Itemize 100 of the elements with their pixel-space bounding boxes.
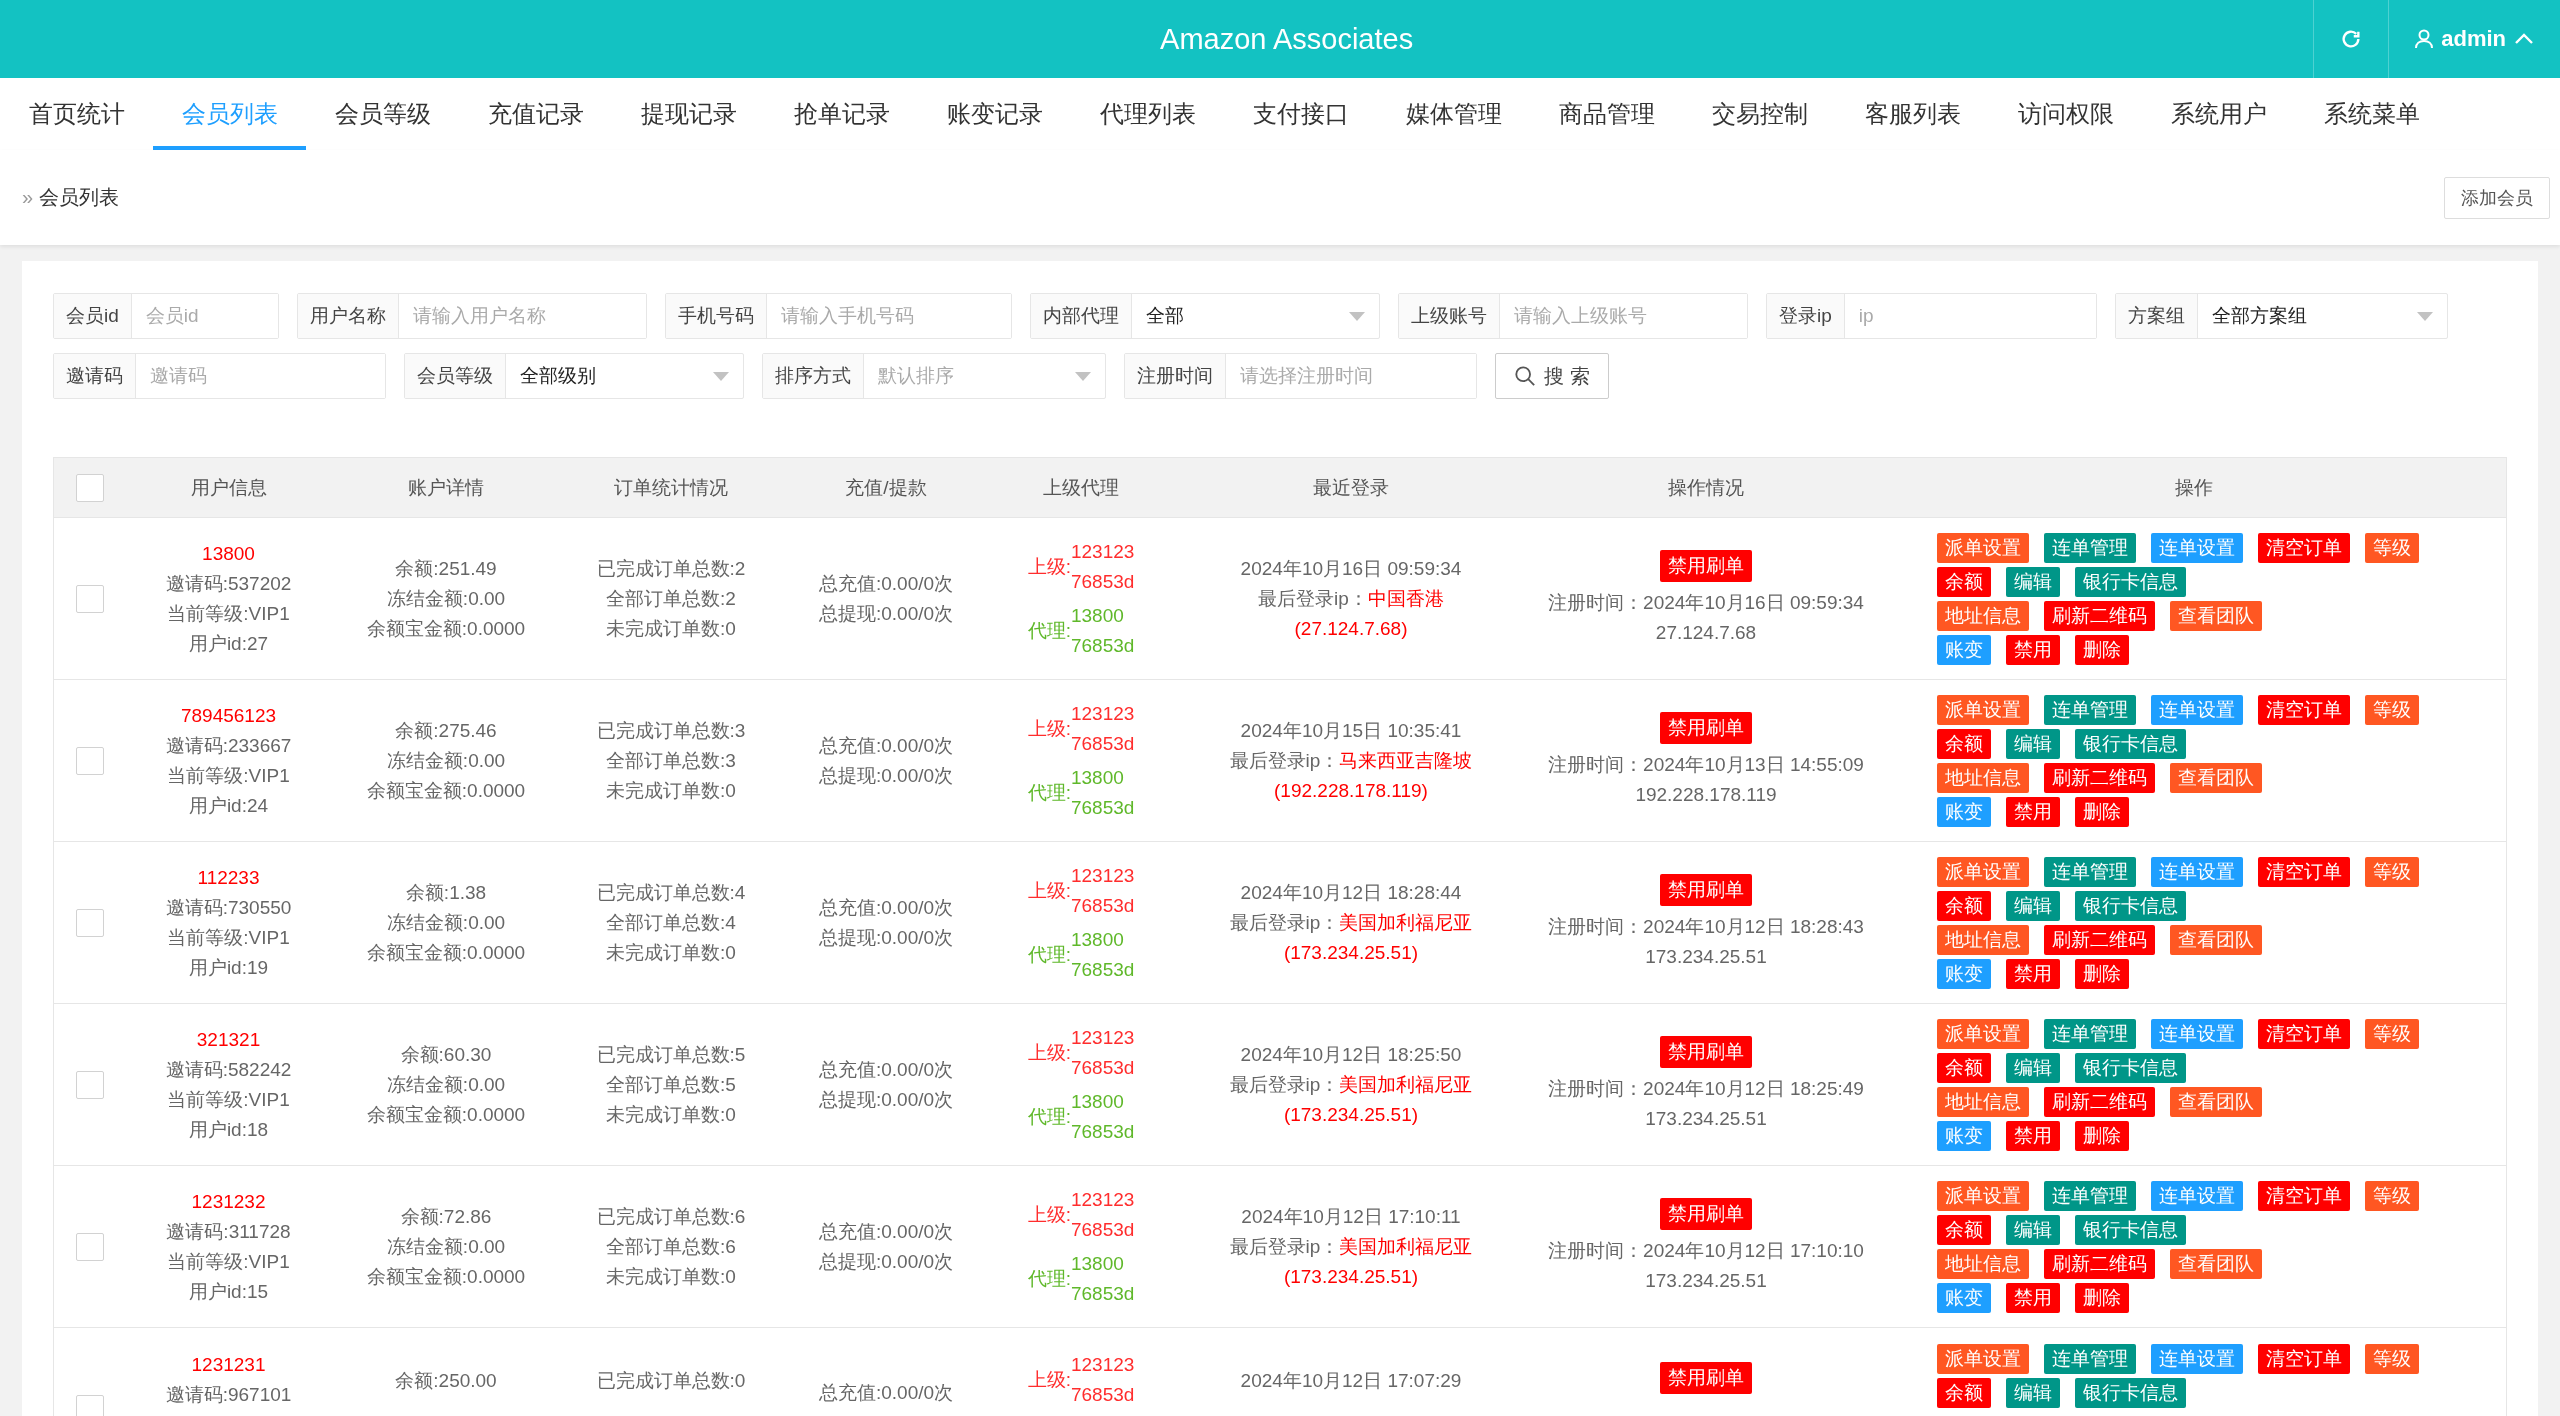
- action-button[interactable]: 等级: [2365, 1344, 2419, 1374]
- action-button[interactable]: 查看团队: [2170, 924, 2262, 955]
- nav-tab[interactable]: 交易控制: [1683, 78, 1836, 150]
- action-button[interactable]: 连单设置: [2151, 532, 2243, 563]
- action-button[interactable]: 银行卡信息: [2075, 1052, 2186, 1083]
- action-button[interactable]: 地址信息: [1937, 1248, 2029, 1279]
- action-button[interactable]: 连单设置: [2151, 1344, 2243, 1374]
- action-button[interactable]: 账变: [1937, 796, 1991, 827]
- input-field[interactable]: 邀请码 邀请码: [53, 353, 386, 399]
- nav-tab[interactable]: 商品管理: [1530, 78, 1683, 150]
- nav-tab[interactable]: 媒体管理: [1377, 78, 1530, 150]
- action-button[interactable]: 派单设置: [1937, 1180, 2029, 1211]
- select-all-checkbox[interactable]: [76, 473, 104, 502]
- action-button[interactable]: 等级: [2365, 532, 2419, 563]
- action-button[interactable]: 余额: [1937, 1378, 1991, 1408]
- action-button[interactable]: 删除: [2075, 1120, 2129, 1151]
- action-button[interactable]: 清空订单: [2258, 1018, 2350, 1049]
- action-button[interactable]: 账变: [1937, 1120, 1991, 1151]
- action-button[interactable]: 派单设置: [1937, 532, 2029, 563]
- action-button[interactable]: 清空订单: [2258, 694, 2350, 725]
- action-button[interactable]: 账变: [1937, 958, 1991, 989]
- action-button[interactable]: 禁用: [2006, 796, 2060, 827]
- action-button[interactable]: 编辑: [2006, 1052, 2060, 1083]
- nav-tab[interactable]: 代理列表: [1071, 78, 1224, 150]
- action-button[interactable]: 编辑: [2006, 1378, 2060, 1408]
- action-button[interactable]: 派单设置: [1937, 1018, 2029, 1049]
- action-button[interactable]: 银行卡信息: [2075, 566, 2186, 597]
- nav-tab[interactable]: 首页统计: [0, 78, 153, 150]
- nav-tab[interactable]: 系统菜单: [2295, 78, 2448, 150]
- action-button[interactable]: 编辑: [2006, 728, 2060, 759]
- action-button[interactable]: 地址信息: [1937, 1086, 2029, 1117]
- action-button[interactable]: 查看团队: [2170, 600, 2262, 631]
- action-button[interactable]: 余额: [1937, 1052, 1991, 1083]
- action-button[interactable]: 等级: [2365, 1018, 2419, 1049]
- action-button[interactable]: 刷新二维码: [2044, 1086, 2155, 1117]
- action-button[interactable]: 银行卡信息: [2075, 1378, 2186, 1408]
- action-button[interactable]: 连单设置: [2151, 694, 2243, 725]
- action-button[interactable]: 连单管理: [2044, 1018, 2136, 1049]
- action-button[interactable]: 禁用: [2006, 634, 2060, 665]
- action-button[interactable]: 连单设置: [2151, 1180, 2243, 1211]
- action-button[interactable]: 刷新二维码: [2044, 762, 2155, 793]
- row-checkbox[interactable]: [76, 1070, 104, 1099]
- action-button[interactable]: 查看团队: [2170, 1248, 2262, 1279]
- row-checkbox[interactable]: [76, 584, 104, 613]
- action-button[interactable]: 连单管理: [2044, 694, 2136, 725]
- action-button[interactable]: 等级: [2365, 1180, 2419, 1211]
- action-button[interactable]: 等级: [2365, 694, 2419, 725]
- action-button[interactable]: 连单设置: [2151, 856, 2243, 887]
- nav-tab[interactable]: 系统用户: [2142, 78, 2295, 150]
- action-button[interactable]: 刷新二维码: [2044, 600, 2155, 631]
- action-button[interactable]: 编辑: [2006, 890, 2060, 921]
- nav-tab[interactable]: 支付接口: [1224, 78, 1377, 150]
- action-button[interactable]: 余额: [1937, 890, 1991, 921]
- select-field[interactable]: 内部代理 全部: [1030, 293, 1380, 339]
- action-button[interactable]: 删除: [2075, 958, 2129, 989]
- select-field[interactable]: 会员等级 全部级别: [404, 353, 744, 399]
- action-button[interactable]: 删除: [2075, 1282, 2129, 1313]
- action-button[interactable]: 连单管理: [2044, 856, 2136, 887]
- action-button[interactable]: 派单设置: [1937, 856, 2029, 887]
- action-button[interactable]: 清空订单: [2258, 1344, 2350, 1374]
- action-button[interactable]: 禁用: [2006, 1120, 2060, 1151]
- action-button[interactable]: 派单设置: [1937, 1344, 2029, 1374]
- action-button[interactable]: 账变: [1937, 634, 1991, 665]
- input-field[interactable]: 手机号码 请输入手机号码: [665, 293, 1012, 339]
- action-button[interactable]: 清空订单: [2258, 856, 2350, 887]
- action-button[interactable]: 连单管理: [2044, 1344, 2136, 1374]
- nav-tab[interactable]: 会员等级: [306, 78, 459, 150]
- action-button[interactable]: 查看团队: [2170, 762, 2262, 793]
- action-button[interactable]: 等级: [2365, 856, 2419, 887]
- nav-tab[interactable]: 提现记录: [612, 78, 765, 150]
- action-button[interactable]: 刷新二维码: [2044, 1248, 2155, 1279]
- nav-tab[interactable]: 充值记录: [459, 78, 612, 150]
- row-checkbox[interactable]: [76, 908, 104, 937]
- action-button[interactable]: 地址信息: [1937, 762, 2029, 793]
- nav-tab[interactable]: 访问权限: [1989, 78, 2142, 150]
- action-button[interactable]: 刷新二维码: [2044, 924, 2155, 955]
- action-button[interactable]: 余额: [1937, 566, 1991, 597]
- input-field[interactable]: 注册时间 请选择注册时间: [1124, 353, 1477, 399]
- action-button[interactable]: 连单设置: [2151, 1018, 2243, 1049]
- action-button[interactable]: 连单管理: [2044, 532, 2136, 563]
- action-button[interactable]: 余额: [1937, 728, 1991, 759]
- action-button[interactable]: 查看团队: [2170, 1086, 2262, 1117]
- action-button[interactable]: 连单管理: [2044, 1180, 2136, 1211]
- input-field[interactable]: 用户名称 请输入用户名称: [297, 293, 647, 339]
- select-field[interactable]: 方案组 全部方案组: [2115, 293, 2448, 339]
- action-button[interactable]: 编辑: [2006, 566, 2060, 597]
- input-field[interactable]: 登录ip ip: [1766, 293, 2097, 339]
- action-button[interactable]: 银行卡信息: [2075, 890, 2186, 921]
- action-button[interactable]: 银行卡信息: [2075, 728, 2186, 759]
- action-button[interactable]: 派单设置: [1937, 694, 2029, 725]
- action-button[interactable]: 清空订单: [2258, 1180, 2350, 1211]
- row-checkbox[interactable]: [76, 746, 104, 775]
- action-button[interactable]: 地址信息: [1937, 600, 2029, 631]
- action-button[interactable]: 清空订单: [2258, 532, 2350, 563]
- action-button[interactable]: 禁用: [2006, 958, 2060, 989]
- nav-tab[interactable]: 账变记录: [918, 78, 1071, 150]
- select-field[interactable]: 排序方式 默认排序: [762, 353, 1106, 399]
- action-button[interactable]: 余额: [1937, 1214, 1991, 1245]
- action-button[interactable]: 编辑: [2006, 1214, 2060, 1245]
- nav-tab[interactable]: 抢单记录: [765, 78, 918, 150]
